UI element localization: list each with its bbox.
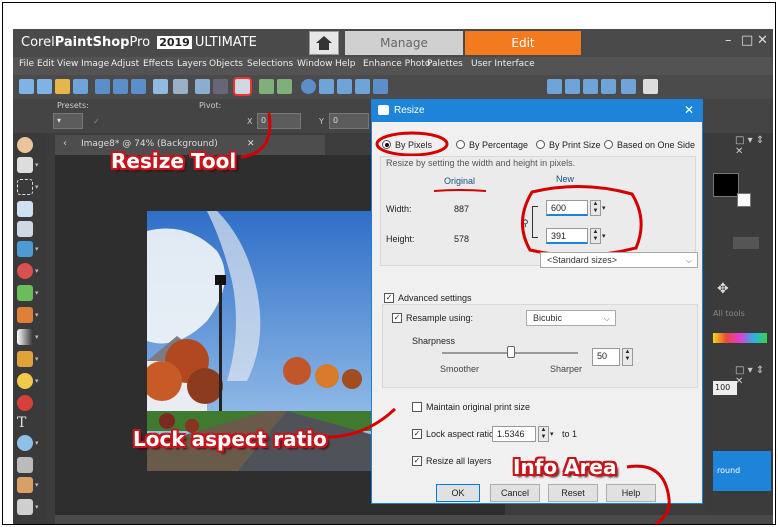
annotation-lock-aspect: Lock aspect ratio — [133, 427, 327, 451]
paintshop-window: CorelPaintShopPro 2019 ULTIMATE Manage Ed… — [13, 29, 773, 524]
annotation-info-area: Info Area — [513, 455, 617, 479]
annotation-resize-tool: Resize Tool — [111, 149, 237, 173]
screenshot-frame: CorelPaintShopPro 2019 ULTIMATE Manage Ed… — [2, 2, 776, 525]
annotation-arrows — [240, 112, 671, 524]
